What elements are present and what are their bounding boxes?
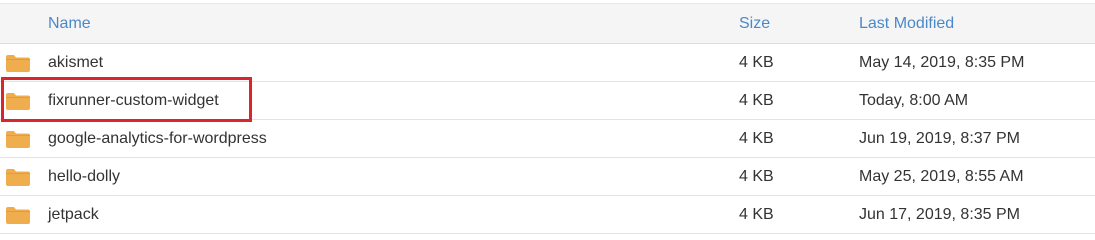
table-row[interactable]: hello-dolly 4 KB May 25, 2019, 8:55 AM — [0, 158, 1095, 196]
file-size: 4 KB — [739, 130, 774, 147]
file-last-modified: Jun 19, 2019, 8:37 PM — [859, 130, 1020, 147]
file-last-modified: May 25, 2019, 8:55 AM — [859, 168, 1024, 185]
table-row[interactable]: jetpack 4 KB Jun 17, 2019, 8:35 PM — [0, 196, 1095, 234]
file-name[interactable]: hello-dolly — [48, 158, 120, 195]
file-size: 4 KB — [739, 54, 774, 71]
file-size: 4 KB — [739, 92, 774, 109]
file-name[interactable]: akismet — [48, 44, 103, 81]
table-row[interactable]: akismet 4 KB May 14, 2019, 8:35 PM — [0, 44, 1095, 82]
folder-icon — [6, 169, 30, 186]
file-size: 4 KB — [739, 168, 774, 185]
file-last-modified: Jun 17, 2019, 8:35 PM — [859, 206, 1020, 223]
file-name[interactable]: google-analytics-for-wordpress — [48, 120, 267, 157]
file-name[interactable]: jetpack — [48, 196, 99, 233]
column-header-size[interactable]: Size — [739, 4, 770, 45]
table-row[interactable]: fixrunner-custom-widget 4 KB Today, 8:00… — [0, 82, 1095, 120]
column-header-last-modified[interactable]: Last Modified — [859, 4, 954, 45]
table-header: Name Size Last Modified — [0, 3, 1095, 44]
folder-icon — [6, 207, 30, 224]
column-header-name[interactable]: Name — [48, 4, 91, 45]
file-table: Name Size Last Modified akismet 4 KB May… — [0, 0, 1095, 234]
file-last-modified: Today, 8:00 AM — [859, 92, 969, 109]
table-row[interactable]: google-analytics-for-wordpress 4 KB Jun … — [0, 120, 1095, 158]
file-size: 4 KB — [739, 206, 774, 223]
folder-icon — [6, 55, 30, 72]
file-name[interactable]: fixrunner-custom-widget — [48, 82, 219, 119]
file-last-modified: May 14, 2019, 8:35 PM — [859, 54, 1025, 71]
folder-icon — [6, 131, 30, 148]
folder-icon — [6, 93, 30, 110]
